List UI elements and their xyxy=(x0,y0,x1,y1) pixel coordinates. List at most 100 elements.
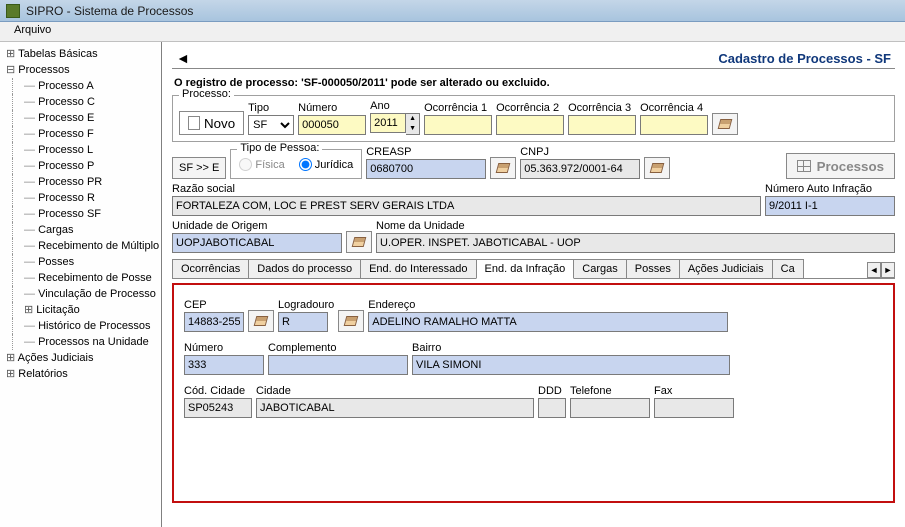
oc4-label: Ocorrência 4 xyxy=(640,102,708,114)
radio-juridica[interactable]: Jurídica xyxy=(299,158,354,171)
sf-to-e-button[interactable]: SF >> E xyxy=(172,157,226,179)
processos-button[interactable]: Processos xyxy=(786,153,895,179)
novo-button[interactable]: Novo xyxy=(179,111,244,135)
eraser-icon xyxy=(496,163,511,173)
sidebar-item[interactable]: — Processo C xyxy=(2,94,159,110)
radio-juridica-input[interactable] xyxy=(299,158,312,171)
sidebar-item[interactable]: — Posses xyxy=(2,254,159,270)
processo-legend: Processo: xyxy=(179,88,234,100)
oc3-label: Ocorrência 3 xyxy=(568,102,636,114)
tipopessoa-fieldset: Tipo de Pessoa: Física Jurídica xyxy=(230,149,362,179)
numero-input[interactable] xyxy=(298,115,366,135)
page-title: Cadastro de Processos - SF xyxy=(718,51,891,66)
tab-overflow[interactable]: Ca xyxy=(772,259,804,278)
tipo-select[interactable]: SF xyxy=(248,115,294,135)
bairro-input[interactable] xyxy=(412,355,730,375)
sidebar-group[interactable]: Relatórios xyxy=(2,366,159,382)
razao-input[interactable] xyxy=(172,196,761,216)
unidade-eraser-button[interactable] xyxy=(346,231,372,253)
codcidade-input[interactable] xyxy=(184,398,252,418)
sidebar-item[interactable]: — Processo F xyxy=(2,126,159,142)
oc2-input[interactable] xyxy=(496,115,564,135)
radio-fisica-input[interactable] xyxy=(239,158,252,171)
sidebar-item[interactable]: — Recebimento de Posse xyxy=(2,270,159,286)
sidebar-item[interactable]: — Processo SF xyxy=(2,206,159,222)
oc1-label: Ocorrência 1 xyxy=(424,102,492,114)
sidebar-item[interactable]: — Processo A xyxy=(2,78,159,94)
logradouro-label: Logradouro xyxy=(278,299,334,311)
complemento-label: Complemento xyxy=(268,342,408,354)
ano-up-button[interactable]: ▲ xyxy=(406,114,419,124)
endereco-input[interactable] xyxy=(368,312,728,332)
oc4-input[interactable] xyxy=(640,115,708,135)
sidebar-group[interactable]: Ações Judiciais xyxy=(2,350,159,366)
sidebar-item[interactable]: ⊞ Licitação xyxy=(2,302,159,318)
end-infracao-panel: CEP Logradouro Endereço Número xyxy=(172,283,895,503)
tabs-bar: Ocorrências Dados do processo End. do In… xyxy=(172,259,895,279)
eraser-icon xyxy=(650,163,665,173)
creasp-eraser-button[interactable] xyxy=(490,157,516,179)
tab-ocorrencias[interactable]: Ocorrências xyxy=(172,259,249,278)
oc2-label: Ocorrência 2 xyxy=(496,102,564,114)
sidebar-item[interactable]: — Processos na Unidade xyxy=(2,334,159,350)
sidebar-item[interactable]: — Recebimento de Múltiplo xyxy=(2,238,159,254)
radio-fisica[interactable]: Física xyxy=(239,158,284,171)
numero-label: Número xyxy=(298,102,366,114)
cidade-input[interactable] xyxy=(256,398,534,418)
sidebar-item[interactable]: — Processo L xyxy=(2,142,159,158)
sidebar-item[interactable]: — Histórico de Processos xyxy=(2,318,159,334)
sidebar-item[interactable]: — Cargas xyxy=(2,222,159,238)
sidebar-group[interactable]: Processos xyxy=(2,62,159,78)
bairro-label: Bairro xyxy=(412,342,730,354)
tab-end-interessado[interactable]: End. do Interessado xyxy=(360,259,476,278)
complemento-input[interactable] xyxy=(268,355,408,375)
oc3-input[interactable] xyxy=(568,115,636,135)
fax-input[interactable] xyxy=(654,398,734,418)
ano-input[interactable] xyxy=(370,113,406,133)
novo-label: Novo xyxy=(204,116,235,131)
logradouro-input[interactable] xyxy=(278,312,328,332)
cnpj-eraser-button[interactable] xyxy=(644,157,670,179)
tab-acoes-judiciais[interactable]: Ações Judiciais xyxy=(679,259,773,278)
tab-scroll-left[interactable]: ◄ xyxy=(867,262,881,278)
tipo-label: Tipo xyxy=(248,102,294,114)
tab-cargas[interactable]: Cargas xyxy=(573,259,626,278)
telefone-input[interactable] xyxy=(570,398,650,418)
tab-dados-processo[interactable]: Dados do processo xyxy=(248,259,361,278)
tab-end-infracao[interactable]: End. da Infração xyxy=(476,259,575,279)
tipopessoa-legend: Tipo de Pessoa: xyxy=(237,142,322,154)
telefone-label: Telefone xyxy=(570,385,650,397)
cnpj-label: CNPJ xyxy=(520,146,640,158)
nome-unidade-input[interactable] xyxy=(376,233,895,253)
back-arrow-icon[interactable]: ◄ xyxy=(176,50,190,66)
cep-label: CEP xyxy=(184,299,244,311)
creasp-input[interactable] xyxy=(366,159,486,179)
oc1-input[interactable] xyxy=(424,115,492,135)
numauto-input[interactable] xyxy=(765,196,895,216)
unidade-origem-label: Unidade de Origem xyxy=(172,220,342,232)
cnpj-input[interactable] xyxy=(520,159,640,179)
tab-scroll-right[interactable]: ► xyxy=(881,262,895,278)
menu-arquivo[interactable]: Arquivo xyxy=(8,22,57,38)
processo-eraser-button[interactable] xyxy=(712,113,738,135)
cep-eraser-button[interactable] xyxy=(248,310,274,332)
sidebar-item[interactable]: — Processo R xyxy=(2,190,159,206)
titlebar: SIPRO - Sistema de Processos xyxy=(0,0,905,22)
tab-posses[interactable]: Posses xyxy=(626,259,680,278)
logradouro-eraser-button[interactable] xyxy=(338,310,364,332)
ano-down-button[interactable]: ▼ xyxy=(406,124,419,134)
eraser-icon xyxy=(352,237,367,247)
cep-input[interactable] xyxy=(184,312,244,332)
ddd-input[interactable] xyxy=(538,398,566,418)
inf-numero-input[interactable] xyxy=(184,355,264,375)
app-icon xyxy=(6,4,20,18)
ano-label: Ano xyxy=(370,100,420,112)
sidebar-group[interactable]: Tabelas Básicas xyxy=(2,46,159,62)
sidebar-item[interactable]: — Vinculação de Processo xyxy=(2,286,159,302)
sidebar-item[interactable]: — Processo PR xyxy=(2,174,159,190)
sidebar-item[interactable]: — Processo P xyxy=(2,158,159,174)
sidebar-item[interactable]: — Processo E xyxy=(2,110,159,126)
content-panel: ◄ Cadastro de Processos - SF O registro … xyxy=(162,42,905,527)
razao-label: Razão social xyxy=(172,183,761,195)
unidade-origem-input[interactable] xyxy=(172,233,342,253)
